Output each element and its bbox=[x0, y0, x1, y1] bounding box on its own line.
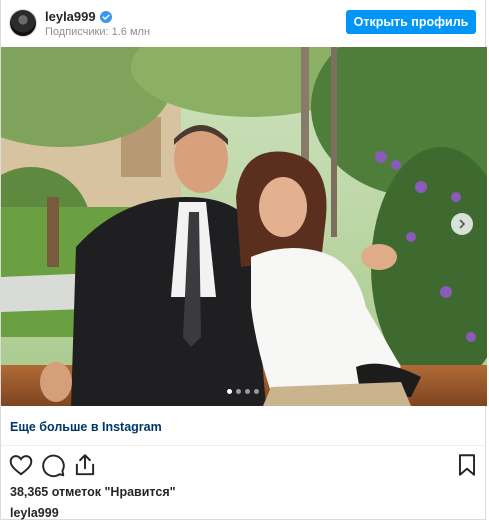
photo-image bbox=[1, 47, 487, 406]
next-photo-button[interactable] bbox=[451, 213, 473, 235]
action-bar bbox=[1, 452, 485, 480]
avatar[interactable] bbox=[9, 9, 37, 37]
bookmark-icon[interactable] bbox=[454, 452, 480, 478]
carousel-dot bbox=[227, 389, 232, 394]
more-on-instagram-link[interactable]: Еще больше в Instagram bbox=[10, 420, 162, 434]
username[interactable]: leyla999 bbox=[45, 9, 96, 24]
post-photo[interactable] bbox=[1, 47, 487, 406]
username-row[interactable]: leyla999 bbox=[45, 9, 112, 24]
verified-badge-icon bbox=[99, 10, 112, 23]
followers-count: Подписчики: 1.6 млн bbox=[45, 26, 151, 38]
comment-icon[interactable] bbox=[40, 452, 66, 478]
carousel-dot bbox=[236, 389, 241, 394]
instagram-embed: leyla999 Подписчики: 1.6 млн Открыть про… bbox=[0, 0, 487, 520]
caption-username[interactable]: leyla999 bbox=[10, 506, 59, 520]
share-icon[interactable] bbox=[72, 452, 98, 478]
post-header: leyla999 Подписчики: 1.6 млн Открыть про… bbox=[1, 0, 485, 46]
more-row: Еще больше в Instagram bbox=[1, 406, 485, 446]
carousel-dot bbox=[254, 389, 259, 394]
carousel-dots bbox=[227, 389, 259, 394]
likes-count[interactable]: 38,365 отметок "Нравится" bbox=[10, 485, 176, 499]
heart-icon[interactable] bbox=[8, 452, 34, 478]
open-profile-button[interactable]: Открыть профиль bbox=[346, 10, 476, 34]
carousel-dot bbox=[245, 389, 250, 394]
chevron-right-icon bbox=[459, 219, 466, 229]
